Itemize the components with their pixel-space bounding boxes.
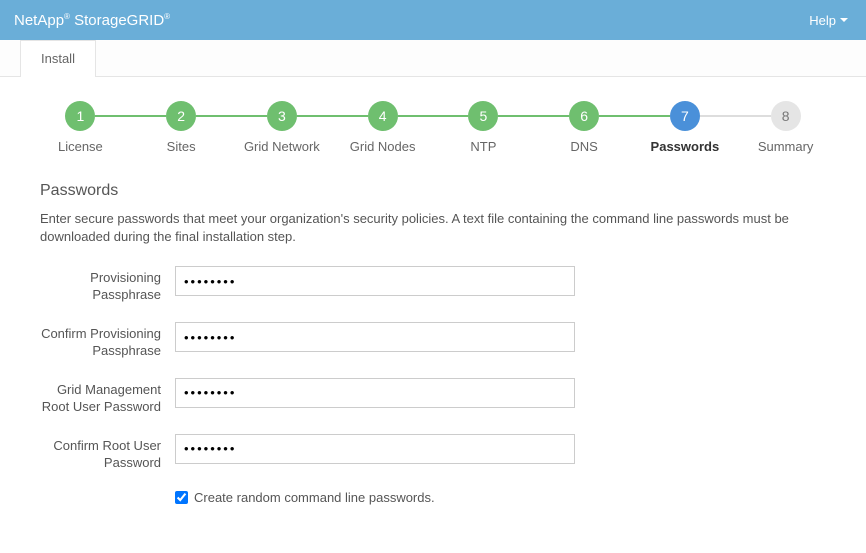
step-license[interactable]: 1 License: [30, 101, 131, 154]
step-label: Sites: [167, 139, 196, 154]
step-label: DNS: [570, 139, 597, 154]
section-description: Enter secure passwords that meet your or…: [40, 210, 826, 246]
step-dns[interactable]: 6 DNS: [534, 101, 635, 154]
label-confirm-root-password: Confirm Root User Password: [40, 434, 175, 472]
main-content: Passwords Enter secure passwords that me…: [0, 162, 866, 553]
step-grid-network[interactable]: 3 Grid Network: [232, 101, 333, 154]
step-passwords[interactable]: 7 Passwords: [635, 101, 736, 154]
tab-bar: Install: [0, 40, 866, 77]
step-ntp[interactable]: 5 NTP: [433, 101, 534, 154]
help-menu[interactable]: Help: [809, 13, 848, 28]
help-label: Help: [809, 13, 836, 28]
step-circle: 5: [468, 101, 498, 131]
top-navbar: NetApp® StorageGRID® Help: [0, 0, 866, 40]
step-circle: 7: [670, 101, 700, 131]
step-label: Grid Nodes: [350, 139, 416, 154]
step-label: Passwords: [651, 139, 720, 154]
step-circle: 6: [569, 101, 599, 131]
step-circle: 3: [267, 101, 297, 131]
root-password-input[interactable]: [175, 378, 575, 408]
step-circle: 4: [368, 101, 398, 131]
row-random-passwords: Create random command line passwords.: [40, 490, 826, 505]
row-provisioning: Provisioning Passphrase: [40, 266, 826, 304]
provisioning-passphrase-input[interactable]: [175, 266, 575, 296]
wizard-stepper: 1 License 2 Sites 3 Grid Network 4 Grid Nodes 5 N…: [0, 77, 866, 162]
confirm-provisioning-passphrase-input[interactable]: [175, 322, 575, 352]
step-grid-nodes[interactable]: 4 Grid Nodes: [332, 101, 433, 154]
label-root-password: Grid Management Root User Password: [40, 378, 175, 416]
step-circle: 2: [166, 101, 196, 131]
step-label: Grid Network: [244, 139, 320, 154]
step-label: NTP: [470, 139, 496, 154]
confirm-root-password-input[interactable]: [175, 434, 575, 464]
step-sites[interactable]: 2 Sites: [131, 101, 232, 154]
random-passwords-label: Create random command line passwords.: [194, 490, 435, 505]
row-confirm-root-password: Confirm Root User Password: [40, 434, 826, 472]
tab-install[interactable]: Install: [20, 40, 96, 77]
section-title: Passwords: [40, 182, 826, 200]
step-label: License: [58, 139, 103, 154]
step-circle: 1: [65, 101, 95, 131]
chevron-down-icon: [840, 18, 848, 22]
brand-title: NetApp® StorageGRID®: [14, 12, 170, 29]
row-root-password: Grid Management Root User Password: [40, 378, 826, 416]
label-confirm-provisioning: Confirm Provisioning Passphrase: [40, 322, 175, 360]
label-provisioning: Provisioning Passphrase: [40, 266, 175, 304]
row-confirm-provisioning: Confirm Provisioning Passphrase: [40, 322, 826, 360]
step-label: Summary: [758, 139, 814, 154]
step-circle: 8: [771, 101, 801, 131]
step-summary[interactable]: 8 Summary: [735, 101, 836, 154]
random-passwords-checkbox[interactable]: [175, 491, 188, 504]
